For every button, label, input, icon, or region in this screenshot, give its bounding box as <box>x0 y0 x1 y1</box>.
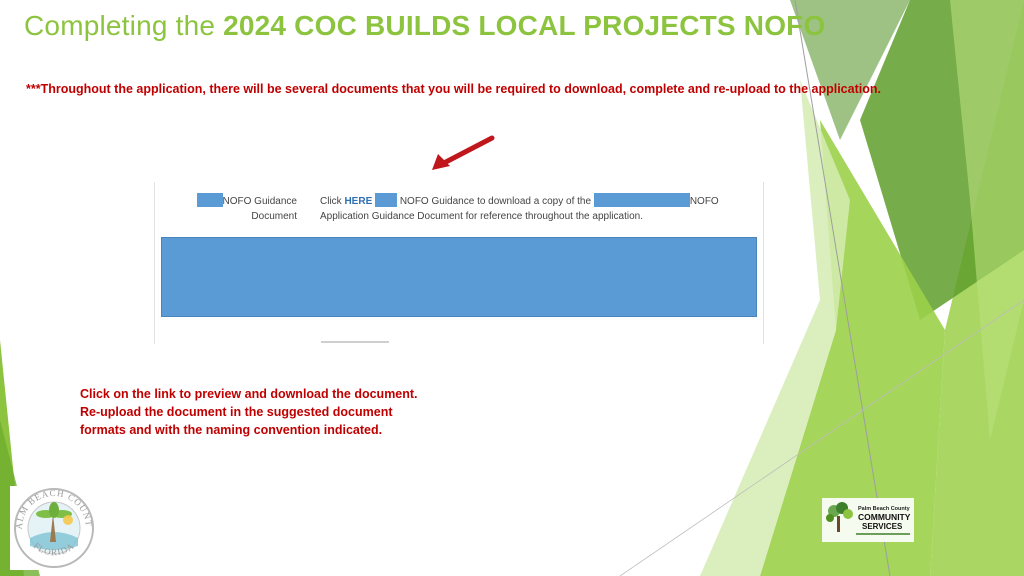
title-emphasis: 2024 COC BUILDS LOCAL PROJECTS NOFO <box>223 10 826 41</box>
here-link[interactable]: HERE <box>344 196 372 207</box>
slide-title: Completing the 2024 COC BUILDS LOCAL PRO… <box>24 10 825 42</box>
document-label: NOFO Guidance Document <box>195 193 297 224</box>
logo-line2: COMMUNITY <box>858 512 911 522</box>
description-part1: NOFO Guidance to download a copy of the <box>399 196 592 207</box>
description-line2: Application Guidance Document for refere… <box>320 211 643 222</box>
redaction-block <box>196 193 223 207</box>
redacted-panel <box>161 237 757 317</box>
redaction-block <box>375 193 398 207</box>
label-line2: Document <box>251 211 297 222</box>
description-part2: NOFO <box>689 196 719 207</box>
redaction-block <box>593 193 690 207</box>
label-line1: NOFO Guidance <box>222 196 297 207</box>
tab-underline <box>321 341 389 343</box>
click-text: Click <box>320 196 345 207</box>
download-note: ***Throughout the application, there wil… <box>26 82 881 96</box>
instruction-line: Re-upload the document in the suggested … <box>80 405 393 419</box>
instruction-line: Click on the link to preview and downloa… <box>80 387 418 401</box>
application-screenshot: NOFO Guidance Document Click HERE NOFO G… <box>154 182 764 344</box>
logo-line3: SERVICES <box>862 522 903 531</box>
arrow-pointing-down-left-icon <box>432 135 495 170</box>
instruction-line: formats and with the naming convention i… <box>80 423 383 437</box>
palm-beach-county-seal-logo: PALM BEACH COUNTY FLORIDA <box>10 486 98 570</box>
document-description: Click HERE NOFO Guidance to download a c… <box>320 193 750 224</box>
instructions: Click on the link to preview and downloa… <box>80 385 460 439</box>
community-services-tree-logo: Palm Beach County COMMUNITY SERVICES <box>822 498 914 542</box>
title-prefix: Completing the <box>24 10 224 41</box>
